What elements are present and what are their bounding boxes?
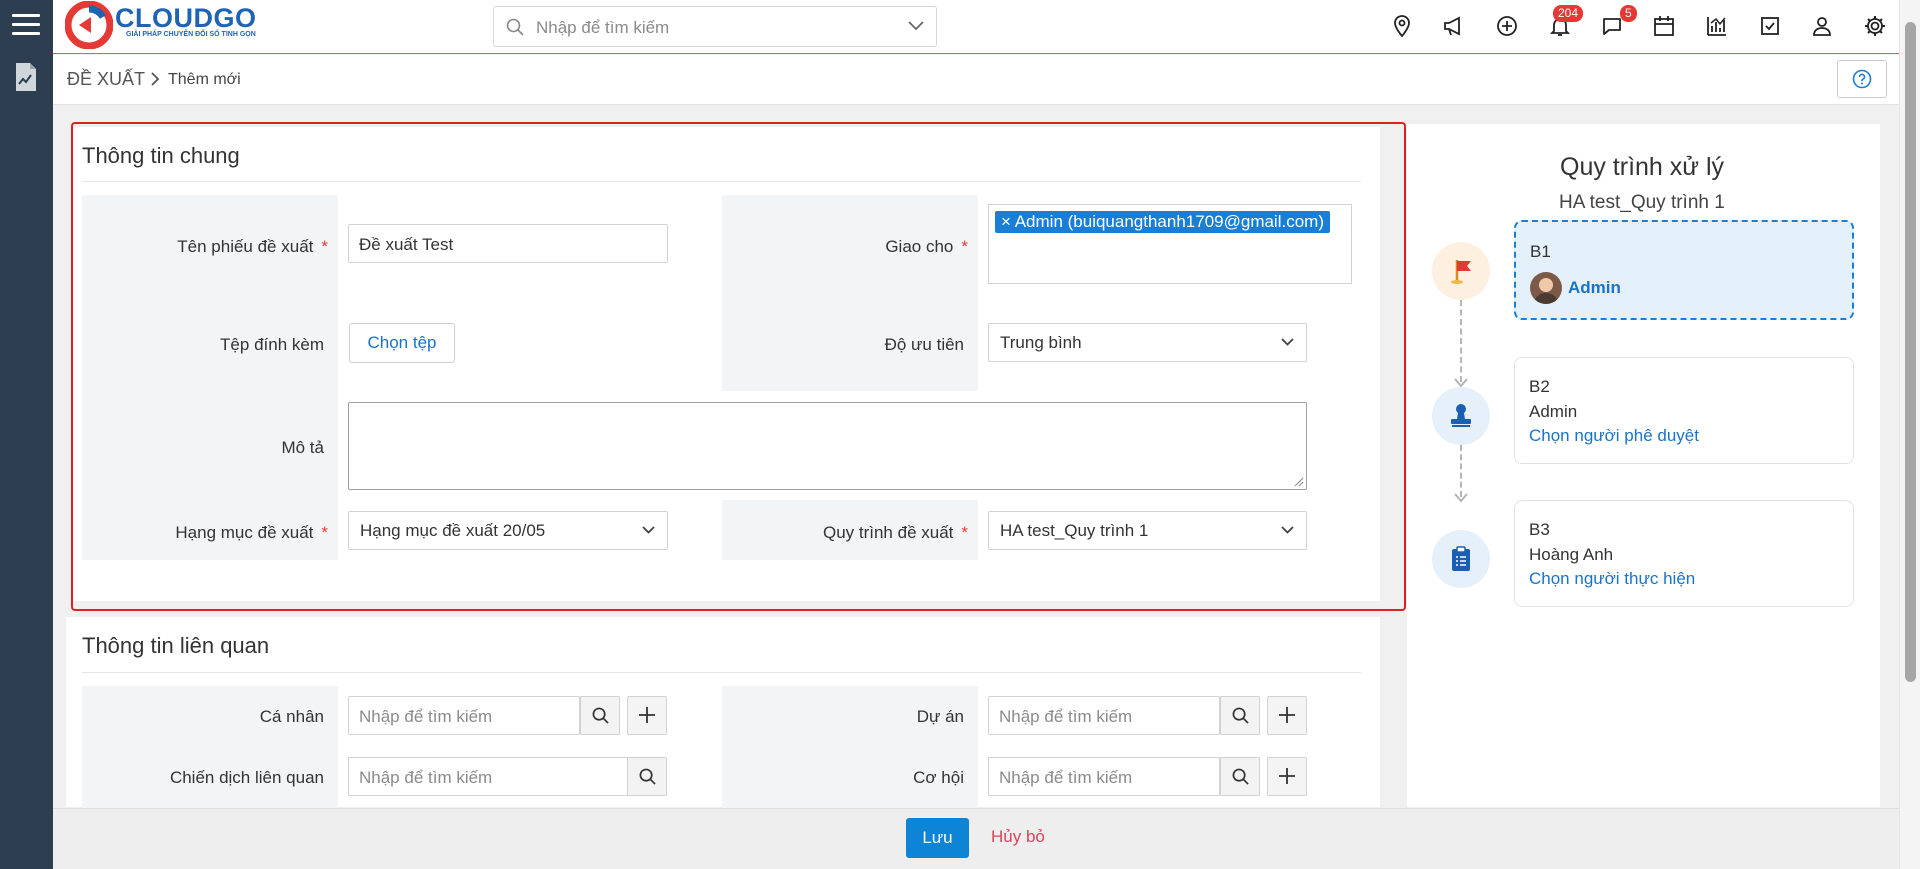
plus-icon xyxy=(1279,768,1295,784)
step-code: B1 xyxy=(1530,242,1551,261)
top-bar: CLOUDGO GIẢI PHÁP CHUYỂN ĐỔI SỐ TINH GỌN… xyxy=(53,0,1920,54)
help-button[interactable] xyxy=(1837,60,1887,98)
chevron-down-icon[interactable] xyxy=(908,21,924,31)
step-2-badge xyxy=(1432,387,1490,445)
highlight-frame xyxy=(71,122,1406,611)
brand-tagline: GIẢI PHÁP CHUYỂN ĐỔI SỐ TINH GỌN xyxy=(126,31,256,38)
breadcrumb-module[interactable]: ĐỀ XUẤT xyxy=(67,69,145,90)
page-scrollbar[interactable] xyxy=(1899,0,1920,869)
campaign-search-input[interactable]: Nhập để tìm kiếm xyxy=(348,757,628,796)
search-icon xyxy=(639,768,656,785)
menu-icon[interactable] xyxy=(12,14,40,41)
scrollbar-thumb[interactable] xyxy=(1905,22,1916,682)
campaign-search-button[interactable] xyxy=(627,757,667,796)
plus-icon xyxy=(639,707,655,723)
breadcrumb: ĐỀ XUẤT Thêm mới xyxy=(53,55,1899,105)
step-assignee: Admin xyxy=(1529,402,1578,421)
global-search-placeholder: Nhập để tìm kiếm xyxy=(536,18,670,37)
avatar xyxy=(1530,272,1562,304)
chevron-right-icon xyxy=(151,72,160,86)
question-circle-icon xyxy=(1852,69,1872,89)
label-column-left xyxy=(82,686,338,808)
task-check-icon[interactable] xyxy=(1758,14,1784,40)
form-footer xyxy=(53,808,1899,869)
flag-icon xyxy=(1451,260,1471,284)
clipboard-icon xyxy=(1452,546,1470,571)
choose-approver-link[interactable]: Chọn người phê duyệt xyxy=(1529,426,1699,446)
save-button[interactable]: Lưu xyxy=(906,818,969,858)
arrow-down-icon xyxy=(1454,493,1468,503)
analytics-icon[interactable] xyxy=(1705,14,1731,40)
person-search-button[interactable] xyxy=(580,696,620,735)
plus-icon xyxy=(1279,707,1295,723)
document-chart-icon[interactable] xyxy=(14,62,38,92)
cancel-button[interactable]: Hủy bỏ xyxy=(991,827,1045,847)
step-card-2[interactable]: B2 Admin Chọn người phê duyệt xyxy=(1514,357,1854,464)
choose-executor-link[interactable]: Chọn người thực hiện xyxy=(1529,569,1695,589)
opportunity-search-button[interactable] xyxy=(1220,757,1260,796)
add-opportunity-button[interactable] xyxy=(1267,757,1307,796)
step-card-3[interactable]: B3 Hoàng Anh Chọn người thực hiện xyxy=(1514,500,1854,607)
step-code: B2 xyxy=(1529,377,1550,396)
step-assignee[interactable]: Admin xyxy=(1568,278,1621,298)
add-circle-icon[interactable] xyxy=(1495,14,1521,40)
search-icon xyxy=(1232,707,1249,724)
message-badge: 5 xyxy=(1620,5,1637,22)
brand-logo[interactable]: CLOUDGO GIẢI PHÁP CHUYỂN ĐỔI SỐ TINH GỌN xyxy=(63,0,263,50)
divider xyxy=(82,672,1361,673)
step-assignee: Hoàng Anh xyxy=(1529,545,1614,564)
search-icon xyxy=(1232,768,1249,785)
gear-icon[interactable] xyxy=(1863,14,1889,40)
step-3-badge xyxy=(1432,530,1490,588)
calendar-icon[interactable] xyxy=(1652,14,1678,40)
step-1-badge xyxy=(1432,242,1490,300)
project-label: Dự án xyxy=(916,707,964,726)
search-icon xyxy=(592,707,609,724)
process-title: Quy trình xử lý xyxy=(1560,153,1725,181)
opportunity-search-input[interactable]: Nhập để tìm kiếm xyxy=(988,757,1220,796)
megaphone-icon[interactable] xyxy=(1442,14,1468,40)
left-sidebar xyxy=(0,0,53,869)
related-info-title: Thông tin liên quan xyxy=(82,633,270,658)
location-pin-icon[interactable] xyxy=(1390,14,1416,40)
notification-badge: 204 xyxy=(1553,5,1584,22)
step-card-1[interactable]: B1 Admin xyxy=(1514,220,1854,320)
global-search-input[interactable]: Nhập để tìm kiếm xyxy=(493,6,937,47)
label-column-right xyxy=(722,686,978,808)
person-search-input[interactable]: Nhập để tìm kiếm xyxy=(348,696,580,735)
campaign-label: Chiến dịch liên quan xyxy=(169,768,324,787)
step-connector xyxy=(1460,300,1462,382)
process-subtitle: HA test_Quy trình 1 xyxy=(1559,192,1725,213)
add-project-button[interactable] xyxy=(1267,696,1307,735)
project-search-input[interactable]: Nhập để tìm kiếm xyxy=(988,696,1220,735)
step-connector xyxy=(1460,445,1462,497)
add-person-button[interactable] xyxy=(627,696,667,735)
person-label: Cá nhân xyxy=(259,707,324,726)
opportunity-label: Cơ hội xyxy=(913,768,964,787)
stamp-icon xyxy=(1451,404,1471,427)
breadcrumb-page: Thêm mới xyxy=(168,71,241,88)
step-code: B3 xyxy=(1529,520,1550,539)
user-icon[interactable] xyxy=(1810,14,1836,40)
search-icon xyxy=(506,18,524,36)
project-search-button[interactable] xyxy=(1220,696,1260,735)
brand-name: CLOUDGO xyxy=(115,3,257,33)
